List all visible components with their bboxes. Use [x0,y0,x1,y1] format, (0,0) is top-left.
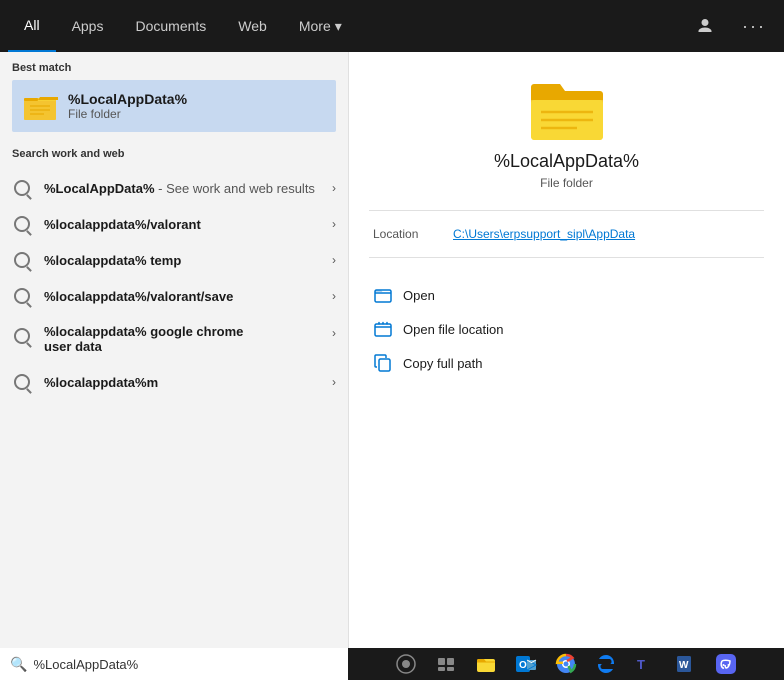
chevron-down-icon: ▾ [335,18,342,35]
right-panel-title: %LocalAppData% [494,151,639,172]
best-match-subtitle: File folder [68,107,187,121]
action-open-file-location-label: Open file location [403,322,503,337]
search-result-text-5: %localappdata% google chromeuser data [44,324,332,354]
best-match-item[interactable]: %LocalAppData% File folder [12,80,336,132]
taskbar-discord[interactable] [708,648,744,680]
search-icon-2 [12,214,32,234]
chevron-right-icon-6: › [332,375,336,389]
best-match-section: Best match [0,52,348,138]
chevron-right-icon-2: › [332,217,336,231]
tab-all[interactable]: All [8,0,56,52]
copy-icon [373,353,393,373]
search-result-text-6: %localappdata%m [44,375,332,390]
search-icon-6 [12,372,32,392]
user-icon-btn[interactable] [686,0,724,52]
taskbar-chrome[interactable] [548,648,584,680]
taskbar-outlook[interactable]: O [508,648,544,680]
action-copy-full-path-label: Copy full path [403,356,483,371]
divider-top [369,210,764,211]
chevron-right-icon-5: › [332,326,336,340]
search-result-4[interactable]: %localappdata%/valorant/save › [0,278,348,314]
search-web-section: Search work and web [0,138,348,170]
tab-more[interactable]: More ▾ [283,0,358,52]
search-result-text-3: %localappdata% temp [44,253,332,268]
nav-right-icons: ··· [686,0,776,52]
left-panel: Best match [0,52,348,648]
search-icon-4 [12,286,32,306]
taskbar-search-text: %LocalAppData% [33,657,138,672]
taskbar-word[interactable]: W [668,648,704,680]
search-result-3[interactable]: %localappdata% temp › [0,242,348,278]
folder-icon-large [527,76,607,151]
best-match-text: %LocalAppData% File folder [68,91,187,121]
taskbar-edge[interactable] [588,648,624,680]
svg-text:T: T [637,657,645,672]
action-open[interactable]: Open [369,278,764,312]
search-result-5[interactable]: %localappdata% google chromeuser data › [0,314,348,364]
open-location-icon [373,319,393,339]
tab-documents[interactable]: Documents [119,0,222,52]
right-panel-subtitle: File folder [540,176,593,190]
top-nav: All Apps Documents Web More ▾ ··· [0,0,784,52]
search-icon-5 [12,326,32,346]
taskbar-file-explorer[interactable] [468,648,504,680]
taskbar-icons: O T [348,648,784,680]
chevron-right-icon-1: › [332,181,336,195]
best-match-title: %LocalAppData% [68,91,187,107]
search-result-text-2: %localappdata%/valorant [44,217,332,232]
location-value[interactable]: C:\Users\erpsupport_sipl\AppData [453,227,635,241]
search-result-1[interactable]: %LocalAppData% - See work and web result… [0,170,348,206]
action-open-label: Open [403,288,435,303]
folder-icon-small [22,88,58,124]
tab-web[interactable]: Web [222,0,283,52]
search-web-label: Search work and web [12,148,336,160]
taskbar-search-icon: 🔍 [10,656,27,673]
taskbar-search[interactable]: 🔍 %LocalAppData% [0,648,348,680]
svg-text:O: O [519,660,527,671]
search-result-text-4: %localappdata%/valorant/save [44,289,332,304]
search-result-6[interactable]: %localappdata%m › [0,364,348,400]
main-content: Best match [0,52,784,648]
divider-bottom [369,257,764,258]
svg-text:W: W [679,660,689,671]
taskbar: 🔍 %LocalAppData% [0,648,784,680]
search-result-2[interactable]: %localappdata%/valorant › [0,206,348,242]
location-label: Location [373,227,453,241]
taskbar-windows-search[interactable] [388,648,424,680]
taskbar-task-view[interactable] [428,648,464,680]
best-match-label: Best match [12,62,336,74]
chevron-right-icon-3: › [332,253,336,267]
tab-apps[interactable]: Apps [56,0,120,52]
action-list: Open Open file location [369,278,764,380]
action-copy-full-path[interactable]: Copy full path [369,346,764,380]
more-options-btn[interactable]: ··· [732,0,776,52]
taskbar-teams[interactable]: T [628,648,664,680]
action-open-file-location[interactable]: Open file location [369,312,764,346]
chevron-right-icon-4: › [332,289,336,303]
right-panel: %LocalAppData% File folder Location C:\U… [348,52,784,648]
open-folder-icon [373,285,393,305]
location-row: Location C:\Users\erpsupport_sipl\AppDat… [369,227,764,241]
search-result-text-1: %LocalAppData% - See work and web result… [44,181,332,196]
search-icon-3 [12,250,32,270]
search-icon-1 [12,178,32,198]
